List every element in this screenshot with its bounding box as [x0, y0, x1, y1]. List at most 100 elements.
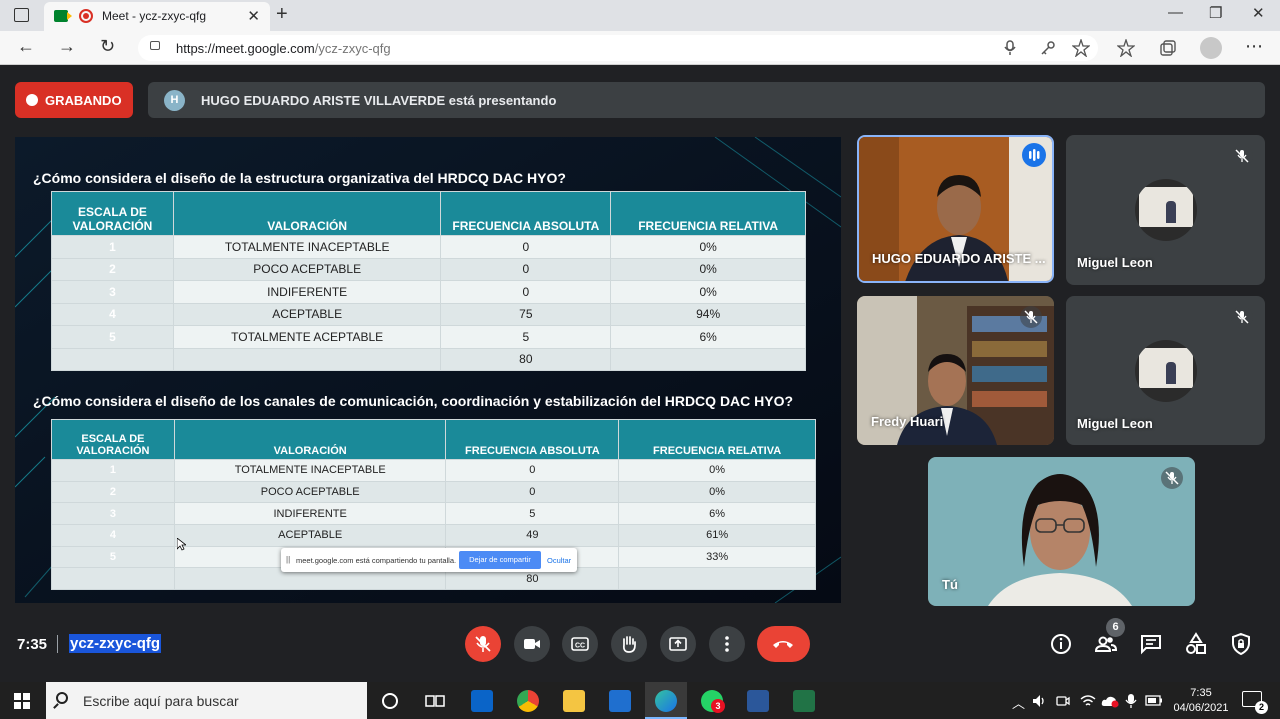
maximize-button[interactable]: ❐: [1209, 4, 1222, 22]
cell-freq-abs: 0: [445, 480, 620, 504]
cell-freq-rel: 0%: [610, 280, 806, 304]
table-row: 1 TOTALMENTE INACEPTABLE 0 0%: [51, 235, 806, 259]
onedrive-icon[interactable]: [1101, 694, 1119, 708]
participant-tile-self[interactable]: Tú: [928, 457, 1195, 606]
cortana-icon[interactable]: [381, 692, 399, 710]
recording-badge: GRABANDO: [15, 82, 133, 118]
cell-freq-rel: 6%: [610, 325, 806, 349]
question-1-title: ¿Cómo considera el diseño de la estructu…: [33, 170, 566, 186]
drag-handle-icon[interactable]: ||: [286, 555, 290, 564]
mic-toggle-button[interactable]: [465, 626, 501, 662]
favorites-icon[interactable]: [1117, 39, 1135, 57]
cell-scale: 2: [51, 257, 174, 281]
cell-scale: [51, 567, 175, 591]
captions-button[interactable]: CC: [562, 626, 598, 662]
participant-tile-hugo[interactable]: HUGO EDUARDO ARISTE ...: [857, 135, 1054, 283]
cell-freq-abs: 80: [440, 347, 612, 371]
cell-scale: 5: [51, 325, 174, 349]
cell-valoracion: POCO ACEPTABLE: [172, 257, 442, 281]
clock-date: 04/06/2021: [1173, 702, 1229, 714]
stop-sharing-button[interactable]: Dejar de compartir: [459, 551, 541, 569]
table-row: 2 POCO ACEPTABLE 0 0%: [51, 480, 816, 504]
recording-dot-icon: [26, 94, 38, 106]
cell-valoracion: INDIFERENTE: [173, 502, 447, 526]
muted-mic-icon: [1161, 467, 1183, 489]
taskbar-search-box[interactable]: Escribe aquí para buscar: [46, 682, 367, 719]
key-icon[interactable]: [1040, 40, 1056, 56]
header-scale: ESCALA DE VALORACIÓN: [51, 419, 175, 460]
chrome-app-icon[interactable]: [517, 690, 539, 712]
participant-tile-miguel-2[interactable]: Miguel Leon: [1066, 296, 1265, 445]
present-now-button[interactable]: [660, 626, 696, 662]
tab-title: Meet - ycz-zxyc-qfg: [102, 9, 207, 23]
meeting-code[interactable]: ycz-zxyc-qfg: [69, 634, 162, 653]
mail-app-icon[interactable]: [471, 690, 493, 712]
table-row: 1 TOTALMENTE INACEPTABLE 0 0%: [51, 459, 816, 482]
close-window-button[interactable]: ✕: [1252, 4, 1265, 22]
cell-valoracion: ACEPTABLE: [173, 524, 447, 547]
photos-app-icon[interactable]: [609, 690, 631, 712]
cell-scale: 4: [51, 302, 174, 326]
header-freq-rel: FRECUENCIA RELATIVA: [610, 191, 806, 236]
speaking-indicator-icon: [1022, 143, 1046, 167]
chat-icon[interactable]: [1139, 632, 1163, 656]
wifi-icon[interactable]: [1080, 694, 1096, 708]
battery-icon[interactable]: [1145, 695, 1163, 706]
cell-freq-rel: 94%: [610, 302, 806, 326]
favorite-add-icon[interactable]: [1072, 39, 1090, 57]
show-hidden-icons[interactable]: ︿: [1012, 693, 1025, 712]
microphone-icon[interactable]: [1004, 40, 1016, 56]
cell-freq-rel: 6%: [618, 502, 816, 526]
camera-toggle-button[interactable]: [514, 626, 550, 662]
cell-freq-abs: 0: [445, 459, 620, 482]
start-button[interactable]: [14, 693, 30, 709]
forward-button[interactable]: →: [58, 36, 76, 57]
profile-avatar[interactable]: [1200, 37, 1222, 59]
tray-microphone-icon[interactable]: [1125, 693, 1137, 709]
new-tab-button[interactable]: +: [276, 3, 288, 26]
presentation-screen: ¿Cómo considera el diseño de la estructu…: [15, 137, 841, 603]
word-app-icon[interactable]: [747, 690, 769, 712]
settings-menu-button[interactable]: ⋯: [1245, 36, 1263, 57]
cell-valoracion: [172, 347, 442, 371]
cell-valoracion: INDIFERENTE: [172, 280, 442, 304]
system-clock[interactable]: 7:35 04/06/2021: [1172, 686, 1230, 716]
more-options-button[interactable]: [709, 626, 745, 662]
volume-icon[interactable]: [1032, 694, 1048, 708]
excel-app-icon[interactable]: [793, 690, 815, 712]
reload-button[interactable]: ↻: [100, 36, 115, 57]
back-button[interactable]: ←: [17, 36, 35, 57]
raise-hand-button[interactable]: [611, 626, 647, 662]
task-view-icon[interactable]: [425, 692, 445, 710]
meet-now-icon[interactable]: [1056, 694, 1070, 708]
participant-name: Tú: [942, 577, 958, 592]
participant-tile-fredy[interactable]: Fredy Huari: [857, 296, 1054, 445]
edge-taskbar-button[interactable]: [645, 682, 687, 719]
table-row: 2 POCO ACEPTABLE 0 0%: [51, 257, 806, 281]
cell-freq-abs: 5: [445, 502, 620, 526]
table-1-body: 1 TOTALMENTE INACEPTABLE 0 0% 2 POCO ACEPTABL…: [51, 235, 806, 371]
participant-tile-miguel-1[interactable]: Miguel Leon: [1066, 135, 1265, 285]
collections-icon[interactable]: [1159, 39, 1177, 57]
participant-avatar: [1135, 340, 1197, 402]
cell-scale: 5: [51, 545, 175, 569]
leave-call-button[interactable]: [757, 626, 810, 662]
meeting-details-icon[interactable]: [1049, 632, 1073, 656]
browser-tab[interactable]: Meet - ycz-zxyc-qfg ✕: [44, 2, 270, 31]
host-controls-icon[interactable]: [1229, 632, 1253, 656]
meeting-time: 7:35: [17, 636, 48, 653]
activities-icon[interactable]: [1184, 632, 1208, 656]
notifications-icon[interactable]: 2: [1242, 691, 1268, 714]
lock-icon[interactable]: [150, 41, 160, 50]
url-field[interactable]: https://meet.google.com/ycz-zxyc-qfg: [138, 35, 1098, 61]
tab-close-icon[interactable]: ✕: [247, 7, 260, 25]
cell-scale: 1: [51, 235, 174, 259]
tab-actions-icon[interactable]: [14, 8, 29, 22]
cell-scale: 3: [51, 280, 174, 304]
cell-freq-rel: 33%: [618, 545, 816, 569]
mouse-cursor-icon: [177, 538, 186, 551]
minimize-button[interactable]: —: [1168, 4, 1183, 21]
hide-button[interactable]: Ocultar: [547, 556, 571, 565]
file-explorer-icon[interactable]: [563, 690, 585, 712]
url-host: https://meet.google.com: [176, 41, 315, 56]
